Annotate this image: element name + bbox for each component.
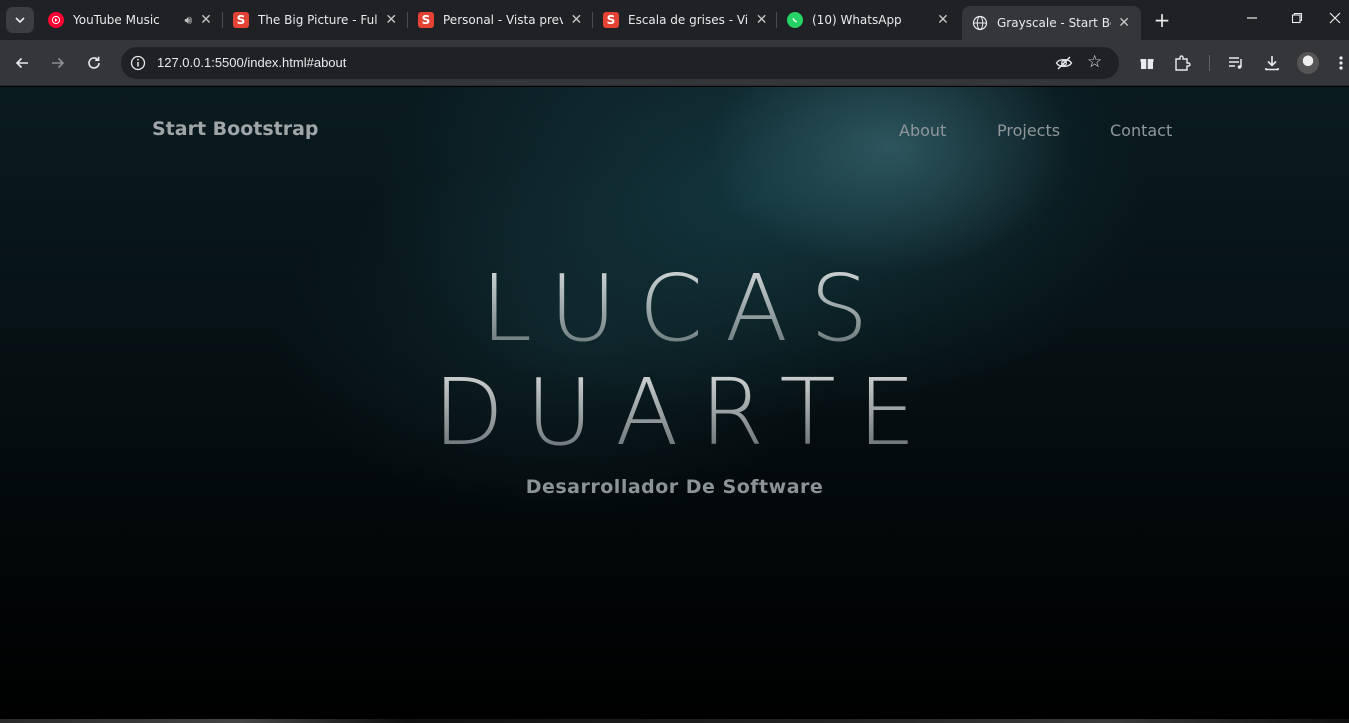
tab-divider (222, 12, 223, 28)
s-logo-icon: S (418, 12, 434, 28)
browser-toolbar: 127.0.0.1:5500/index.html#about ☆ (0, 40, 1349, 86)
close-icon[interactable]: ✕ (383, 12, 399, 28)
tab-divider (592, 12, 593, 28)
close-icon[interactable]: ✕ (569, 12, 584, 28)
new-tab-plus-icon[interactable]: + (1151, 9, 1173, 31)
tab-title: (10) WhatsApp (812, 13, 902, 27)
tab-personal[interactable]: S Personal - Vista previ ✕ (418, 6, 584, 34)
reload-icon[interactable] (83, 52, 105, 74)
youtube-music-icon (48, 12, 64, 28)
navbar-brand[interactable]: Start Bootstrap (152, 118, 319, 140)
tab-youtube-music[interactable]: YouTube Music 🔊︎ ✕ (48, 6, 214, 34)
tab-title: Escala de grises - Vist (628, 13, 749, 27)
close-icon[interactable]: ✕ (754, 12, 769, 28)
chevron-down-icon (15, 17, 25, 24)
close-icon[interactable]: ✕ (198, 12, 214, 28)
url-text: 127.0.0.1:5500/index.html#about (157, 55, 347, 70)
tab-title: Personal - Vista previ (443, 13, 563, 27)
s-logo-icon: S (603, 12, 619, 28)
profile-avatar[interactable] (1297, 52, 1319, 74)
tab-title: The Big Picture - Full (258, 13, 378, 27)
tab-divider (776, 12, 777, 28)
tab-divider (407, 12, 408, 28)
speaker-icon[interactable]: 🔊︎ (184, 13, 192, 28)
nav-link-contact[interactable]: Contact (1110, 121, 1172, 140)
restore-icon[interactable] (1287, 10, 1307, 30)
tab-title: YouTube Music (73, 13, 160, 27)
tab-escala-de-grises[interactable]: S Escala de grises - Vist ✕ (603, 6, 769, 34)
hero-subtitle: Desarrollador De Software (525, 476, 824, 498)
tab-search-button[interactable] (6, 7, 34, 33)
bookmark-star-icon[interactable]: ☆ (1087, 53, 1105, 71)
hero-title-line-2: DUARTE (0, 363, 1349, 463)
window-close-icon[interactable] (1325, 10, 1345, 30)
close-icon[interactable]: ✕ (1117, 15, 1131, 31)
close-icon[interactable]: ✕ (935, 12, 951, 28)
back-arrow-icon[interactable] (11, 52, 33, 74)
tab-strip: YouTube Music 🔊︎ ✕ S The Big Picture - F… (0, 0, 1349, 40)
site-info-icon[interactable] (130, 55, 146, 71)
s-logo-icon: S (233, 12, 249, 28)
globe-icon (972, 15, 988, 31)
toolbar-divider (1209, 55, 1210, 71)
page-viewport: Start Bootstrap About Projects Contact L… (0, 87, 1349, 723)
hero-title-line-1: LUCAS (0, 259, 1349, 359)
address-bar[interactable]: 127.0.0.1:5500/index.html#about ☆ (121, 47, 1119, 79)
forward-arrow-icon[interactable] (47, 52, 69, 74)
media-queue-icon[interactable] (1226, 53, 1246, 73)
whatsapp-icon (787, 12, 803, 28)
more-menu-icon[interactable] (1334, 53, 1348, 73)
eye-off-icon[interactable] (1055, 55, 1073, 71)
gift-icon[interactable] (1137, 53, 1157, 73)
nav-link-projects[interactable]: Projects (997, 121, 1060, 140)
minimize-icon[interactable] (1242, 10, 1262, 30)
extensions-puzzle-icon[interactable] (1172, 53, 1192, 73)
tab-title: Grayscale - Start Boot (997, 16, 1111, 30)
next-section-edge (0, 719, 1349, 723)
tab-grayscale-active[interactable]: Grayscale - Start Boot ✕ (962, 6, 1141, 40)
tab-the-big-picture[interactable]: S The Big Picture - Full ✕ (233, 6, 399, 34)
download-icon[interactable] (1262, 53, 1282, 73)
tab-whatsapp[interactable]: (10) WhatsApp ✕ (787, 6, 951, 34)
nav-link-about[interactable]: About (899, 121, 946, 140)
